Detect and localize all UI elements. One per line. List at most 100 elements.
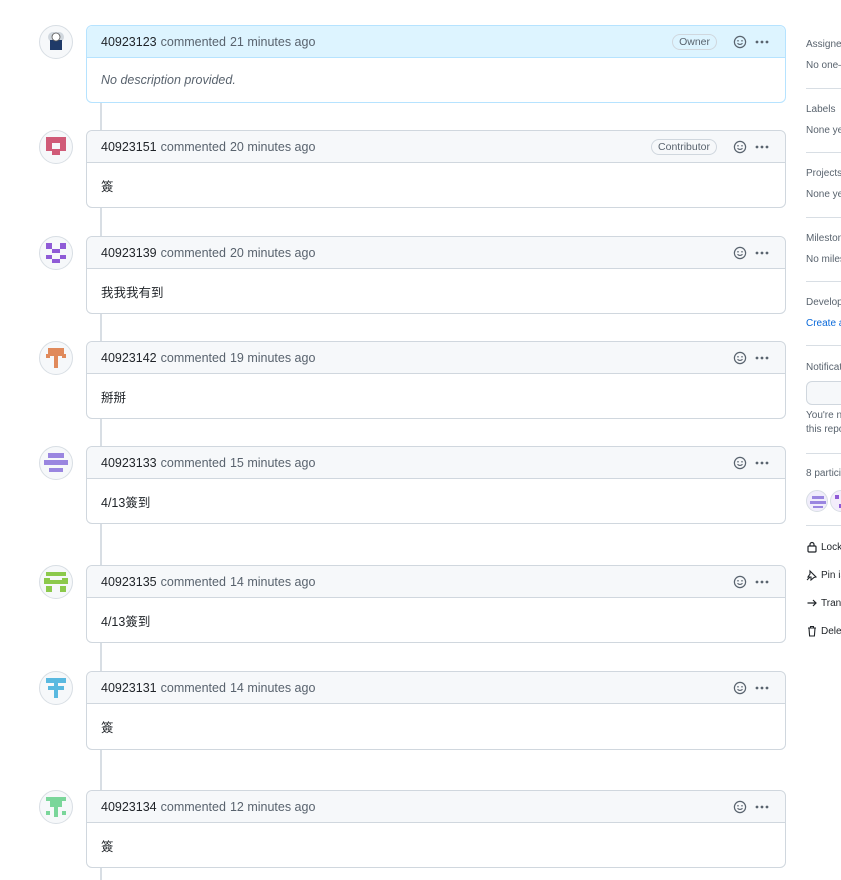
comment-box: 40923142 commented 19 minutes ago 掰掰 xyxy=(86,341,786,419)
notifications-line2: this repository xyxy=(806,424,841,435)
comment-header: 40923131 commented 14 minutes ago xyxy=(87,672,785,704)
comment-timestamp[interactable]: 20 minutes ago xyxy=(230,140,315,154)
comment-action: commented xyxy=(160,350,226,365)
comment-timestamp[interactable]: 21 minutes ago xyxy=(230,35,315,49)
avatar[interactable] xyxy=(39,341,73,375)
comment-header: 40923142 commented 19 minutes ago xyxy=(87,342,785,374)
sidebar-labels[interactable]: Labels None yet xyxy=(806,104,841,136)
comment-action: commented xyxy=(160,455,226,470)
avatar[interactable] xyxy=(39,130,73,164)
kebab-menu-icon[interactable] xyxy=(753,138,771,156)
smiley-icon[interactable] xyxy=(731,138,749,156)
transfer-issue-button[interactable]: Transfer issue xyxy=(806,597,841,609)
sidebar: Assignees No one— Labels None yet Projec… xyxy=(806,0,841,880)
sidebar-assignees[interactable]: Assignees No one— xyxy=(806,39,841,71)
comment-author[interactable]: 40923135 xyxy=(101,575,157,589)
divider xyxy=(806,152,841,153)
smiley-icon[interactable] xyxy=(731,33,749,51)
sidebar-participants: 8 participants xyxy=(806,468,841,479)
kebab-menu-icon[interactable] xyxy=(753,244,771,262)
avatar[interactable] xyxy=(39,671,73,705)
lock-icon xyxy=(807,541,817,553)
comment-action: commented xyxy=(160,574,226,589)
comment-box: 40923139 commented 20 minutes ago 我我我有到 xyxy=(86,236,786,314)
labels-value: None yet xyxy=(806,125,841,136)
development-title: Development xyxy=(806,297,841,308)
comment-timestamp[interactable]: 14 minutes ago xyxy=(230,575,315,589)
avatar[interactable] xyxy=(39,25,73,59)
comment-author[interactable]: 40923131 xyxy=(101,681,157,695)
role-badge: Owner xyxy=(672,33,717,50)
kebab-menu-icon[interactable] xyxy=(753,573,771,591)
kebab-menu-icon[interactable] xyxy=(753,454,771,472)
labels-title: Labels xyxy=(806,104,836,115)
avatar[interactable] xyxy=(39,565,73,599)
projects-title: Projects xyxy=(806,168,841,179)
subscribe-button[interactable] xyxy=(806,381,841,405)
comment-timestamp[interactable]: 19 minutes ago xyxy=(230,351,315,365)
comment-box: 40923133 commented 15 minutes ago 4/13簽到 xyxy=(86,446,786,524)
comment-body: 簽 xyxy=(101,839,114,854)
lock-label: Lock conversation xyxy=(821,541,841,553)
projects-value: None yet xyxy=(806,189,841,200)
comment-header: 40923135 commented 14 minutes ago xyxy=(87,566,785,598)
delete-label: Delete issue xyxy=(821,625,841,637)
comment-body: 掰掰 xyxy=(101,390,127,405)
smiley-icon[interactable] xyxy=(731,573,749,591)
smiley-icon[interactable] xyxy=(731,679,749,697)
notifications-line1: You're not receiving xyxy=(806,410,841,421)
divider xyxy=(806,281,841,282)
notifications-title: Notifications xyxy=(806,362,841,373)
avatar[interactable] xyxy=(39,446,73,480)
participant-avatar[interactable] xyxy=(830,490,841,512)
smiley-icon[interactable] xyxy=(731,454,749,472)
comment-box: 40923134 commented 12 minutes ago 簽 xyxy=(86,790,786,868)
smiley-icon[interactable] xyxy=(731,244,749,262)
comment-timestamp[interactable]: 15 minutes ago xyxy=(230,456,315,470)
assignees-value: No one— xyxy=(806,60,841,71)
avatar[interactable] xyxy=(39,790,73,824)
milestone-title: Milestone xyxy=(806,233,841,244)
comment-author[interactable]: 40923151 xyxy=(101,140,157,154)
avatar[interactable] xyxy=(39,236,73,270)
comment-action: commented xyxy=(160,34,226,49)
trash-icon xyxy=(808,625,816,637)
participants-title: 8 participants xyxy=(806,468,841,479)
comment-author[interactable]: 40923134 xyxy=(101,800,157,814)
comment-box: 40923131 commented 14 minutes ago 簽 xyxy=(86,671,786,750)
smiley-icon[interactable] xyxy=(731,349,749,367)
sidebar-projects[interactable]: Projects None yet xyxy=(806,168,841,200)
delete-issue-button[interactable]: Delete issue xyxy=(806,625,841,637)
comment-author[interactable]: 40923139 xyxy=(101,246,157,260)
sidebar-notifications: Notifications xyxy=(806,362,841,373)
comment-body: 簽 xyxy=(101,179,114,194)
comment-author[interactable]: 40923133 xyxy=(101,456,157,470)
comment-action: commented xyxy=(160,799,226,814)
comment-body: 簽 xyxy=(101,721,114,735)
lock-conversation-button[interactable]: Lock conversation xyxy=(806,541,841,553)
kebab-menu-icon[interactable] xyxy=(753,679,771,697)
assignees-title: Assignees xyxy=(806,39,841,50)
kebab-menu-icon[interactable] xyxy=(753,349,771,367)
sidebar-milestone[interactable]: Milestone No milestone xyxy=(806,233,841,265)
comment-header: 40923134 commented 12 minutes ago xyxy=(87,791,785,823)
pin-icon xyxy=(806,569,818,581)
comment-author[interactable]: 40923142 xyxy=(101,351,157,365)
transfer-label: Transfer issue xyxy=(821,597,841,609)
comment-author[interactable]: 40923123 xyxy=(101,35,157,49)
comment-body: 4/13簽到 xyxy=(101,495,151,510)
divider xyxy=(806,453,841,454)
comment-timestamp[interactable]: 20 minutes ago xyxy=(230,246,315,260)
comment-body: No description provided. xyxy=(101,73,236,87)
create-branch-link[interactable]: Create a branch xyxy=(806,318,841,329)
comment-timestamp[interactable]: 12 minutes ago xyxy=(230,800,315,814)
pin-label: Pin issue xyxy=(821,569,841,581)
kebab-menu-icon[interactable] xyxy=(753,33,771,51)
comment-timestamp[interactable]: 14 minutes ago xyxy=(230,681,315,695)
comment-box: 40923135 commented 14 minutes ago 4/13簽到 xyxy=(86,565,786,643)
pin-issue-button[interactable]: Pin issue xyxy=(806,569,841,581)
kebab-menu-icon[interactable] xyxy=(753,798,771,816)
smiley-icon[interactable] xyxy=(731,798,749,816)
participant-avatar[interactable] xyxy=(806,490,828,512)
comment-box: 40923151 commented 20 minutes ago Contribut… xyxy=(86,130,786,208)
